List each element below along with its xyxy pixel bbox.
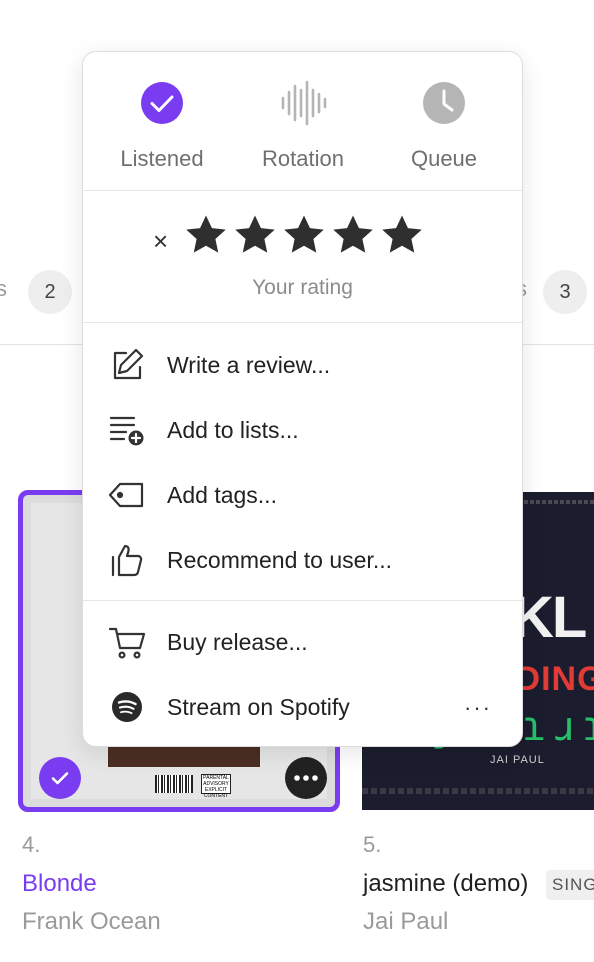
parental-advisory-label: PARENTAL ADVISORY EXPLICIT CONTENT [201, 774, 231, 799]
listened-button[interactable]: Listened [92, 80, 232, 172]
tab-fragment-left[interactable]: s [0, 276, 7, 302]
release-actions-menu: Listened Rotation Queue × Your rating Wr… [82, 51, 523, 747]
album-title-link[interactable]: jasmine (demo) [363, 870, 528, 898]
star-icon[interactable] [232, 212, 278, 258]
clear-rating-button[interactable]: × [153, 226, 168, 257]
count-badge: 2 [28, 270, 72, 314]
tag-icon [108, 482, 144, 508]
album-rank: 4. [22, 832, 41, 857]
add-tags-item[interactable]: Add tags... [107, 467, 498, 523]
rating-row: × Your rating [83, 192, 522, 322]
more-services-button[interactable]: ··· [464, 695, 492, 721]
menu-item-label: Stream on Spotify [167, 693, 350, 720]
listened-label: Listened [120, 146, 204, 171]
cart-icon [108, 627, 146, 659]
thumbs-up-icon [111, 544, 143, 577]
stream-on-spotify-item[interactable]: Stream on Spotify [107, 679, 498, 735]
release-type-badge: SING [546, 870, 594, 900]
more-options-button[interactable] [285, 757, 327, 799]
menu-item-label: Recommend to user... [167, 546, 392, 573]
menu-divider [83, 322, 522, 323]
barcode [155, 775, 193, 793]
check-circle-icon [141, 82, 183, 124]
cover-fine-print [512, 500, 594, 504]
rotation-button[interactable]: Rotation [233, 80, 373, 172]
menu-item-label: Add to lists... [167, 416, 299, 443]
album-artist-link[interactable]: Frank Ocean [22, 908, 161, 936]
menu-divider [83, 600, 522, 601]
queue-label: Queue [410, 146, 478, 171]
buy-release-item[interactable]: Buy release... [107, 614, 498, 670]
star-icon[interactable] [330, 212, 376, 258]
album-title-link[interactable]: Blonde [22, 870, 97, 898]
star-icon[interactable] [379, 212, 425, 258]
spotify-icon [112, 692, 142, 722]
rotation-label: Rotation [262, 146, 344, 171]
check-icon [51, 772, 69, 785]
star-icon[interactable] [281, 212, 327, 258]
clock-icon [423, 82, 465, 124]
cover-fine-print [362, 788, 594, 794]
album-rank: 5. [363, 832, 382, 857]
recommend-to-user-item[interactable]: Recommend to user... [107, 532, 498, 588]
menu-divider [83, 190, 522, 191]
menu-item-label: Buy release... [167, 628, 308, 655]
more-dots-icon [294, 775, 318, 781]
pencil-square-icon [113, 348, 144, 380]
list-add-icon [109, 416, 144, 446]
add-to-lists-item[interactable]: Add to lists... [107, 402, 498, 458]
star-rating[interactable] [183, 212, 425, 258]
cover-artist-text: JAI PAUL [490, 754, 545, 766]
album-artist-link[interactable]: Jai Paul [363, 908, 448, 936]
write-review-item[interactable]: Write a review... [107, 337, 498, 393]
star-icon[interactable] [183, 212, 229, 258]
waveform-icon [281, 80, 327, 126]
menu-item-label: Write a review... [167, 351, 331, 378]
listened-check-badge[interactable] [39, 757, 81, 799]
status-row: Listened Rotation Queue [83, 52, 522, 191]
your-rating-label: Your rating [252, 276, 353, 299]
queue-button[interactable]: Queue [374, 80, 514, 172]
menu-item-label: Add tags... [167, 481, 277, 508]
count-badge: 3 [543, 270, 587, 314]
